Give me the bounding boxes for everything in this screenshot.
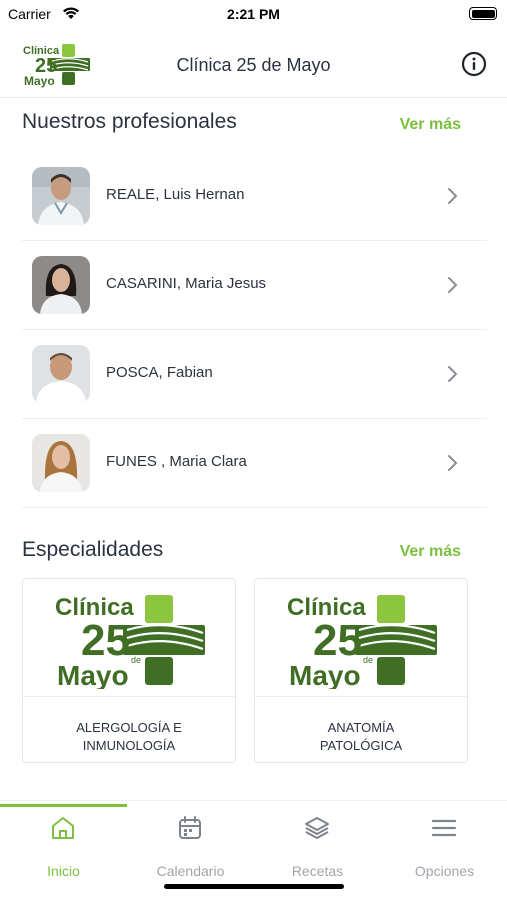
tab-label: Calendario	[156, 863, 225, 879]
layers-icon	[305, 817, 329, 839]
menu-icon	[431, 819, 457, 837]
specialty-card[interactable]: Clínica 25 de Mayo ANATOMÍA PATOLÓGICA	[254, 578, 468, 763]
professional-row[interactable]: FUNES , Maria Clara	[22, 419, 487, 508]
professional-name: FUNES , Maria Clara	[106, 453, 247, 470]
specialties-see-more-link[interactable]: Ver más	[400, 543, 461, 561]
status-time: 2:21 PM	[227, 6, 280, 22]
info-icon[interactable]	[461, 51, 487, 77]
professional-row[interactable]: REALE, Luis Hernan	[22, 152, 487, 241]
page-title: Clínica 25 de Mayo	[176, 55, 331, 75]
svg-text:de: de	[363, 655, 373, 665]
professional-name: POSCA, Fabian	[106, 364, 213, 381]
chevron-right-icon	[448, 455, 458, 471]
specialty-logo-area: Clínica 25 de Mayo	[255, 579, 467, 697]
active-tab-indicator	[0, 804, 127, 807]
battery-icon	[469, 7, 497, 20]
professional-row[interactable]: POSCA, Fabian	[22, 330, 487, 419]
professionals-see-more-link[interactable]: Ver más	[400, 116, 461, 134]
chevron-right-icon	[448, 366, 458, 382]
tab-opciones[interactable]: Opciones	[381, 815, 507, 879]
home-icon	[52, 817, 74, 839]
svg-text:25: 25	[81, 616, 130, 665]
clinic-logo: Clínica 25 de Mayo	[55, 594, 205, 689]
professional-avatar	[32, 256, 90, 314]
home-indicator[interactable]	[164, 884, 344, 889]
svg-text:Mayo: Mayo	[57, 660, 129, 689]
professional-avatar	[32, 167, 90, 225]
clinic-logo: Clínica 25 de Mayo	[287, 594, 437, 689]
professional-avatar	[32, 345, 90, 403]
tab-label: Inicio	[47, 863, 80, 879]
specialties-section-title: Especialidades	[22, 538, 164, 561]
professional-name: REALE, Luis Hernan	[106, 186, 245, 203]
tab-label: Opciones	[414, 863, 475, 879]
chevron-right-icon	[448, 188, 458, 204]
professional-avatar	[32, 434, 90, 492]
professionals-section-title: Nuestros profesionales	[22, 110, 237, 133]
tab-calendario[interactable]: Calendario	[127, 815, 254, 879]
svg-text:Mayo: Mayo	[289, 660, 361, 689]
specialty-card[interactable]: Clínica 25 de Mayo ALERGOLOGÍA E INMUNOL…	[22, 578, 236, 763]
tab-label: Recetas	[291, 863, 344, 879]
navigation-bar: Clínica 25 Mayo Clínica 25 de Mayo	[0, 32, 507, 98]
specialty-label: ANATOMÍA PATOLÓGICA	[319, 720, 403, 753]
professional-name: CASARINI, Maria Jesus	[106, 275, 267, 292]
professional-row[interactable]: CASARINI, Maria Jesus	[22, 241, 487, 330]
calendar-icon	[179, 816, 201, 839]
tab-inicio[interactable]: Inicio	[0, 815, 127, 879]
logo-word-mayo: Mayo	[24, 74, 55, 88]
svg-text:25: 25	[313, 616, 362, 665]
svg-text:de: de	[131, 655, 141, 665]
specialty-logo-area: Clínica 25 de Mayo	[23, 579, 235, 697]
tab-recetas[interactable]: Recetas	[254, 815, 381, 879]
chevron-right-icon	[448, 277, 458, 293]
status-bar: Carrier 2:21 PM	[0, 0, 507, 30]
specialty-label: ALERGOLOGÍA E INMUNOLOGÍA	[76, 720, 182, 753]
